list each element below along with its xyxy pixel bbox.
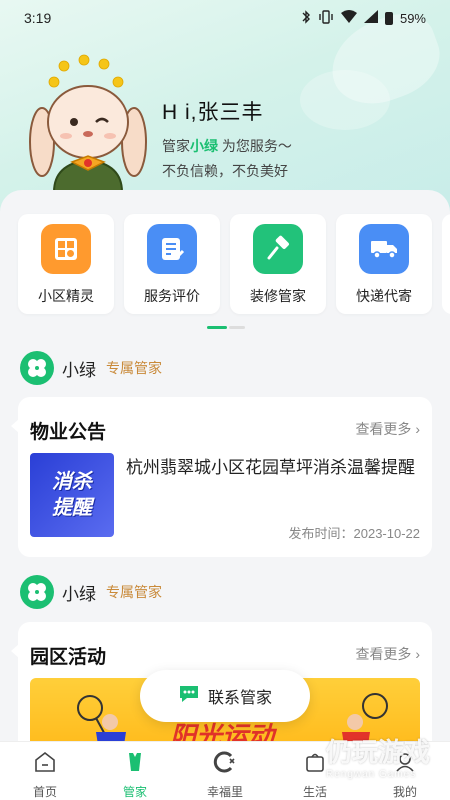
clover-icon [20, 575, 54, 609]
tab-happiness[interactable]: 幸福里 [180, 742, 270, 800]
notice-title: 物业公告 [30, 422, 107, 443]
greeting-subtitle: 管家小绿 为您服务～ [162, 138, 292, 154]
carousel-indicator [207, 326, 245, 329]
battery-percent: 59% [399, 10, 426, 26]
renovation-icon [253, 224, 303, 274]
vibrate-icon [318, 9, 334, 27]
life-icon [303, 750, 327, 779]
happiness-icon [213, 750, 237, 779]
indicator-inactive [229, 326, 245, 329]
service-review[interactable]: 服务评价 [124, 214, 220, 314]
chevron-right-icon: › [415, 421, 420, 437]
decor-leaf [300, 70, 390, 130]
bluetooth-icon [301, 9, 311, 27]
signal-icon [363, 10, 378, 26]
steward-role: 专属管家 [106, 360, 162, 376]
tab-home[interactable]: 首页 [0, 742, 90, 800]
service-review-icon [147, 224, 197, 274]
contact-steward-button[interactable]: 联系管家 [140, 670, 310, 722]
contact-label: 联系管家 [207, 690, 272, 707]
steward-badge[interactable]: 小绿 专属管家 [20, 575, 162, 609]
indicator-active [207, 326, 227, 329]
battery-icon [384, 11, 393, 25]
service-next-peek[interactable] [442, 214, 450, 314]
status-bar: 3:19 59% [0, 0, 450, 36]
notice-more-link[interactable]: 查看更多 › [355, 419, 420, 439]
wifi-icon [340, 10, 357, 26]
service-label: 小区精灵 [38, 288, 94, 304]
notice-headline[interactable]: 杭州翡翠城小区花园草坪消杀温馨提醒 [126, 455, 422, 481]
steward-badge[interactable]: 小绿 专属管家 [20, 351, 162, 385]
steward-name: 小绿 [62, 360, 96, 380]
notice-card[interactable]: 物业公告 查看更多 › 消杀 提醒 杭州翡翠城小区花园草坪消杀温馨提醒 发布时间… [11, 397, 432, 557]
service-label: 服务评价 [144, 288, 200, 304]
butler-icon [123, 750, 147, 779]
notice-thumbnail: 消杀 提醒 [30, 453, 114, 537]
service-grid: 小区精灵 服务评价 装修管家 快递代寄 [18, 214, 450, 314]
greeting-block: H i,张三丰 管家小绿 为您服务～ 不负信赖，不负美好 [162, 96, 292, 181]
notice-time: 发布时间：2023-10-22 [288, 526, 421, 541]
delivery-truck-icon [359, 224, 409, 274]
greeting-title: H i,张三丰 [162, 101, 264, 124]
activity-more-link[interactable]: 查看更多 › [355, 644, 420, 664]
steward-role: 专属管家 [106, 584, 162, 600]
greeting-motto: 不负信赖，不负美好 [162, 163, 288, 179]
status-time: 3:19 [24, 10, 52, 26]
steward-name: 小绿 [190, 138, 218, 154]
watermark-logo: 仍玩游戏 Rengwan Games [325, 737, 430, 780]
service-community-elf[interactable]: 小区精灵 [18, 214, 114, 314]
chevron-right-icon: › [415, 646, 420, 662]
activity-title: 园区活动 [30, 647, 107, 668]
clover-icon [20, 351, 54, 385]
community-elf-icon [41, 224, 91, 274]
service-label: 快递代寄 [356, 288, 412, 304]
service-delivery[interactable]: 快递代寄 [336, 214, 432, 314]
home-icon [33, 750, 57, 779]
service-renovation[interactable]: 装修管家 [230, 214, 326, 314]
service-label: 装修管家 [250, 288, 306, 304]
chat-bubble-icon [178, 684, 200, 709]
steward-name: 小绿 [62, 584, 96, 604]
mascot-avatar[interactable] [28, 52, 148, 193]
tab-butler[interactable]: 管家 [90, 742, 180, 800]
